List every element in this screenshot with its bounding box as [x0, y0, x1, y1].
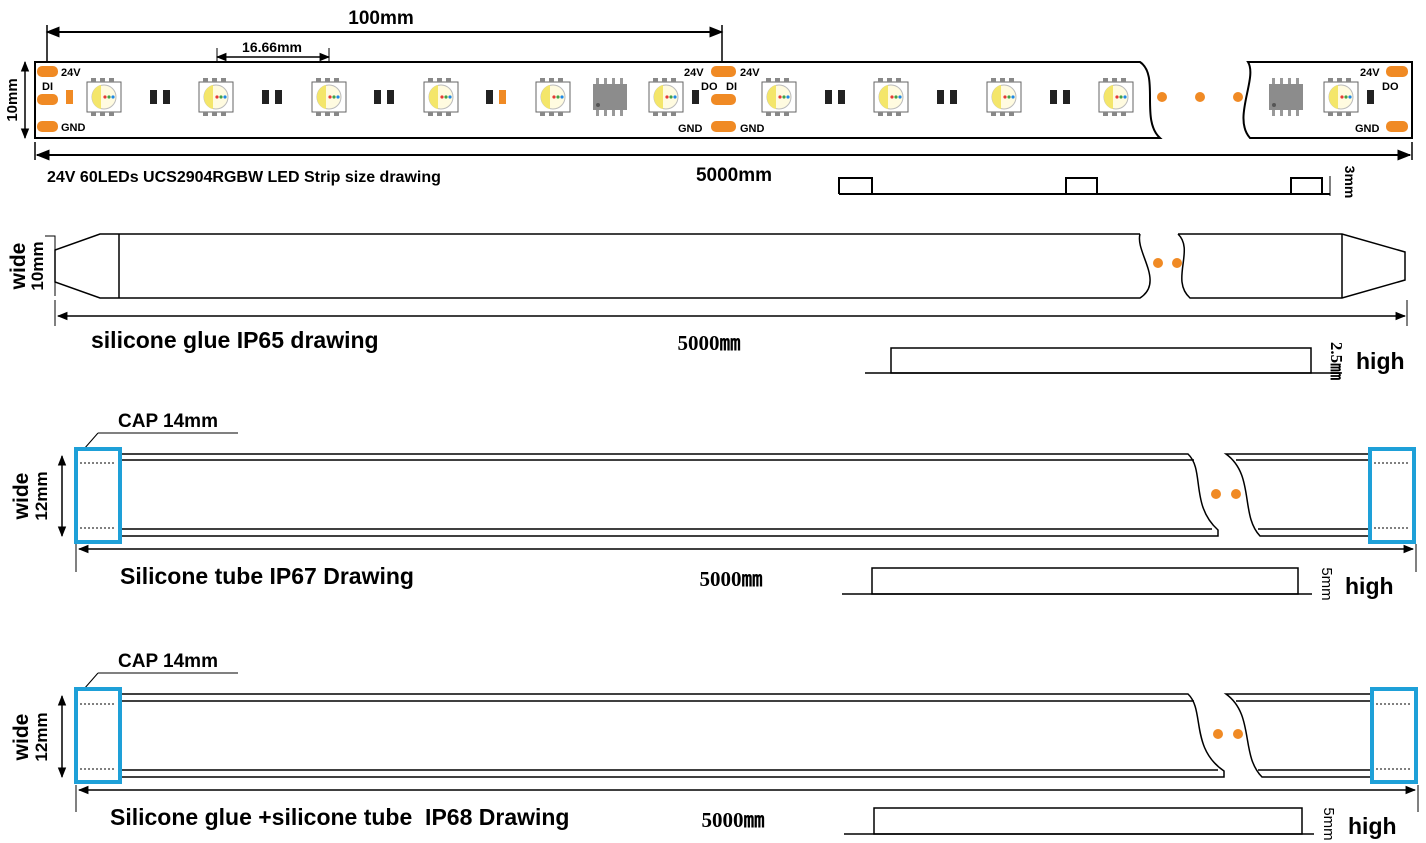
pad-gnd-mid-right: GND: [740, 123, 765, 135]
smd-led: [535, 78, 571, 116]
pad-gnd-mid-left: GND: [678, 123, 703, 135]
ip67-length-label: 5000㎜: [700, 567, 763, 591]
ip65-width-value: 10mm: [28, 241, 47, 290]
ip68-height-value: 5mm: [1320, 807, 1337, 840]
ip65-width-word: wide: [7, 243, 30, 291]
pad-gnd-left: GND: [61, 122, 86, 134]
smd-led: [86, 78, 122, 116]
ip65-length-label: 5000㎜: [678, 331, 741, 355]
dim-pitch-label: 16.66mm: [242, 39, 302, 55]
ip68-section: CAP 14mm wide 12mm Silicone glue +silico…: [10, 651, 1419, 841]
ip67-cap-label: CAP 14mm: [118, 411, 218, 432]
ip65-section: wide 10mm silicone glue IP65 drawing 500…: [7, 233, 1408, 380]
dim-width-label: 10mm: [4, 78, 21, 121]
smd-led: [761, 78, 797, 116]
resistor: [1367, 90, 1374, 104]
ip68-width-word: wide: [10, 714, 33, 762]
led-strip-drawing: 100mm 16.66mm 10mm 24V DI GND 24V 24V DO…: [4, 8, 1419, 841]
strip-length-label: 5000mm: [696, 165, 772, 186]
resistor: [66, 90, 73, 104]
pad-do-mid: DO: [701, 81, 718, 93]
ip68-width-value: 12mm: [32, 712, 51, 761]
ip65-body-left: [54, 233, 1151, 299]
ip68-cap-left: [74, 687, 122, 784]
ip68-tube-right: [1223, 693, 1373, 778]
ip67-height-value: 5mm: [1318, 567, 1335, 600]
smd-led: [423, 78, 459, 116]
smd-led: [1323, 78, 1359, 116]
pad-24v-mid-right: 24V: [740, 67, 760, 79]
ip68-length-label: 5000㎜: [702, 808, 765, 832]
smd-led: [311, 78, 347, 116]
ip67-section: CAP 14mm wide 12mm Silicone tube IP67 Dr…: [10, 411, 1417, 601]
smd-led: [873, 78, 909, 116]
strip-caption: 24V 60LEDs UCS2904RGBW LED Strip size dr…: [47, 169, 441, 186]
ip68-cap-label: CAP 14mm: [118, 651, 218, 672]
ip67-width-value: 12mm: [32, 471, 51, 520]
ip67-tube-left: [119, 453, 1219, 537]
ip68-title: Silicone glue +silicone tube IP68 Drawin…: [110, 804, 569, 830]
ip68-height-word: high: [1348, 813, 1397, 839]
pad-do-right: DO: [1382, 81, 1399, 93]
smd-led: [986, 78, 1022, 116]
ip65-height-value: 2.5㎜: [1327, 342, 1346, 380]
pad-di-mid: DI: [726, 81, 737, 93]
smd-led: [648, 78, 684, 116]
ip68-tube-left: [119, 693, 1225, 778]
dim-100mm-label: 100mm: [348, 8, 414, 29]
strip-thickness-label: 3mm: [1342, 166, 1358, 199]
ip67-title: Silicone tube IP67 Drawing: [120, 563, 414, 589]
ip67-width-word: wide: [10, 473, 33, 521]
smd-led: [1098, 78, 1134, 116]
pad-di-left: DI: [42, 81, 53, 93]
pad-gnd-right: GND: [1355, 123, 1380, 135]
pad-24v-left: 24V: [61, 67, 81, 79]
smd-led: [198, 78, 234, 116]
resistor: [692, 90, 699, 104]
ip65-body-right: [1177, 233, 1406, 299]
ip65-height-word: high: [1356, 348, 1405, 374]
ip68-cap-right: [1370, 687, 1418, 784]
ip67-tube-right: [1223, 453, 1371, 537]
pad-24v-right: 24V: [1360, 67, 1380, 79]
pad-24v-mid-left: 24V: [684, 67, 704, 79]
ip65-title: silicone glue IP65 drawing: [91, 327, 379, 353]
ip67-height-word: high: [1345, 573, 1394, 599]
strip-section: 100mm 16.66mm 10mm 24V DI GND 24V 24V DO…: [4, 8, 1413, 199]
